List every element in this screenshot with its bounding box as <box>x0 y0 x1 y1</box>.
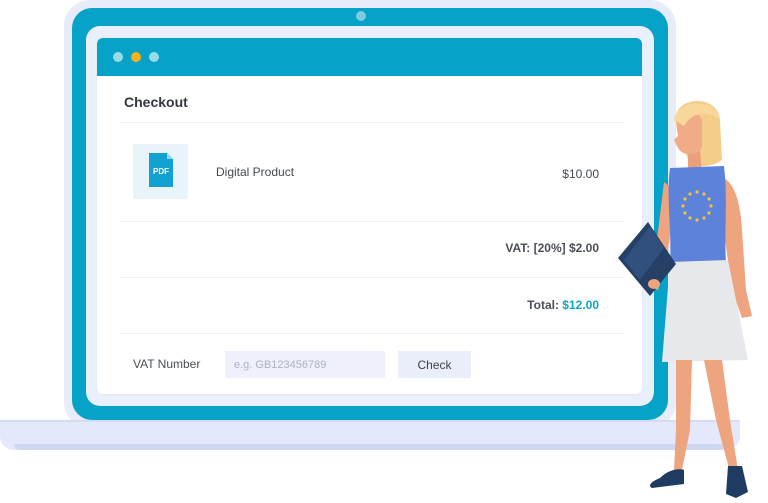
product-name: Digital Product <box>216 165 295 179</box>
vat-number-label: VAT Number <box>133 357 201 371</box>
vat-summary: VAT: [20%] $2.00 <box>505 241 599 255</box>
vat-number-input[interactable] <box>225 351 385 378</box>
check-button[interactable]: Check <box>398 351 471 378</box>
product-price: $10.00 <box>562 167 599 181</box>
divider <box>119 221 623 222</box>
woman-illustration <box>618 101 752 498</box>
total-amount: $12.00 <box>562 298 599 312</box>
divider <box>119 122 623 123</box>
window-control-dot[interactable] <box>131 52 141 62</box>
page-title: Checkout <box>124 94 188 110</box>
camera-dot <box>356 11 366 21</box>
checkout-window: Checkout PDF Digital Product $10.00 VAT:… <box>97 38 642 394</box>
window-control-dot[interactable] <box>113 52 123 62</box>
window-control-dot[interactable] <box>149 52 159 62</box>
window-titlebar <box>97 38 642 76</box>
divider <box>119 333 623 334</box>
total-summary: Total: $12.00 <box>527 298 599 312</box>
pdf-file-icon: PDF <box>149 153 173 187</box>
pdf-icon-label: PDF <box>153 167 169 176</box>
divider <box>119 277 623 278</box>
total-label: Total: <box>527 298 559 312</box>
